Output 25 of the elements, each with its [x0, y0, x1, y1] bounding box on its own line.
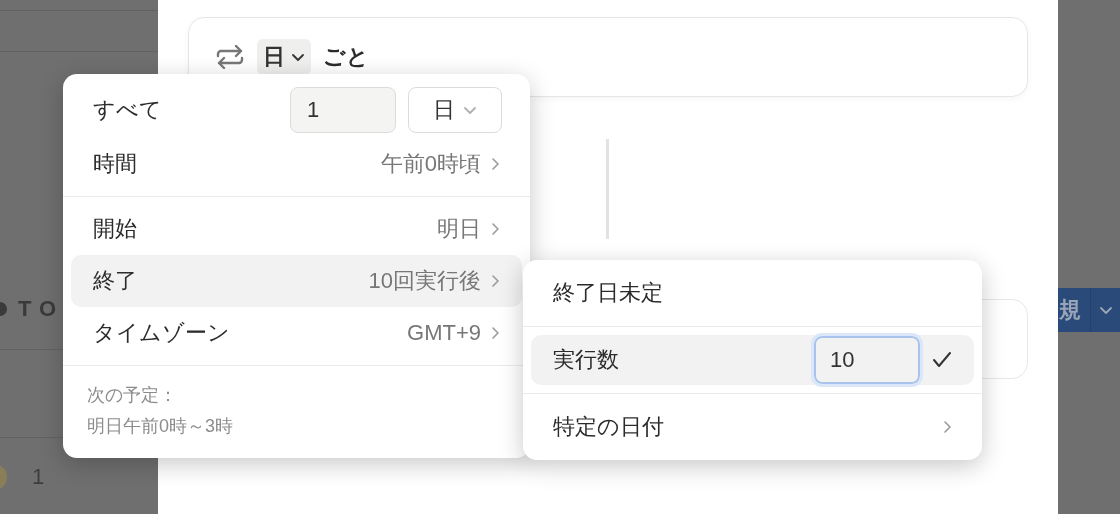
- next-schedule-text: 明日午前0時～3時: [87, 415, 234, 438]
- menu-item[interactable]: タイムゾーン GMT+9: [71, 307, 522, 359]
- menu-item[interactable]: 開始 明日: [71, 203, 522, 255]
- menu-item[interactable]: 終了日未定: [531, 268, 974, 318]
- new-button[interactable]: 規: [1058, 288, 1120, 332]
- menu-item[interactable]: 実行数 10: [531, 335, 974, 385]
- chevron-down-icon: [463, 105, 477, 115]
- chevron-right-icon: [491, 222, 500, 236]
- interval-field[interactable]: 1: [290, 87, 396, 133]
- chevron-right-icon: [491, 157, 500, 171]
- next-schedule-text: 次の予定：: [87, 384, 177, 407]
- chevron-down-icon: [291, 52, 305, 62]
- chevron-down-icon: [1099, 305, 1113, 315]
- chevron-right-icon: [943, 420, 952, 434]
- menu-item[interactable]: 終了 10回実行後: [71, 255, 522, 307]
- menu-item[interactable]: 時間 午前0時頃: [71, 138, 522, 190]
- row-label: すべて: [93, 96, 163, 124]
- chevron-right-icon: [491, 274, 500, 288]
- recurrence-suffix: ごと: [323, 43, 369, 71]
- unit-dropdown[interactable]: 日: [408, 87, 502, 133]
- count-field[interactable]: 10: [814, 336, 920, 384]
- menu-item[interactable]: 特定の日付: [531, 402, 974, 452]
- repeat-icon: [215, 45, 245, 69]
- chevron-right-icon: [491, 326, 500, 340]
- unit-dropdown[interactable]: 日: [257, 39, 311, 75]
